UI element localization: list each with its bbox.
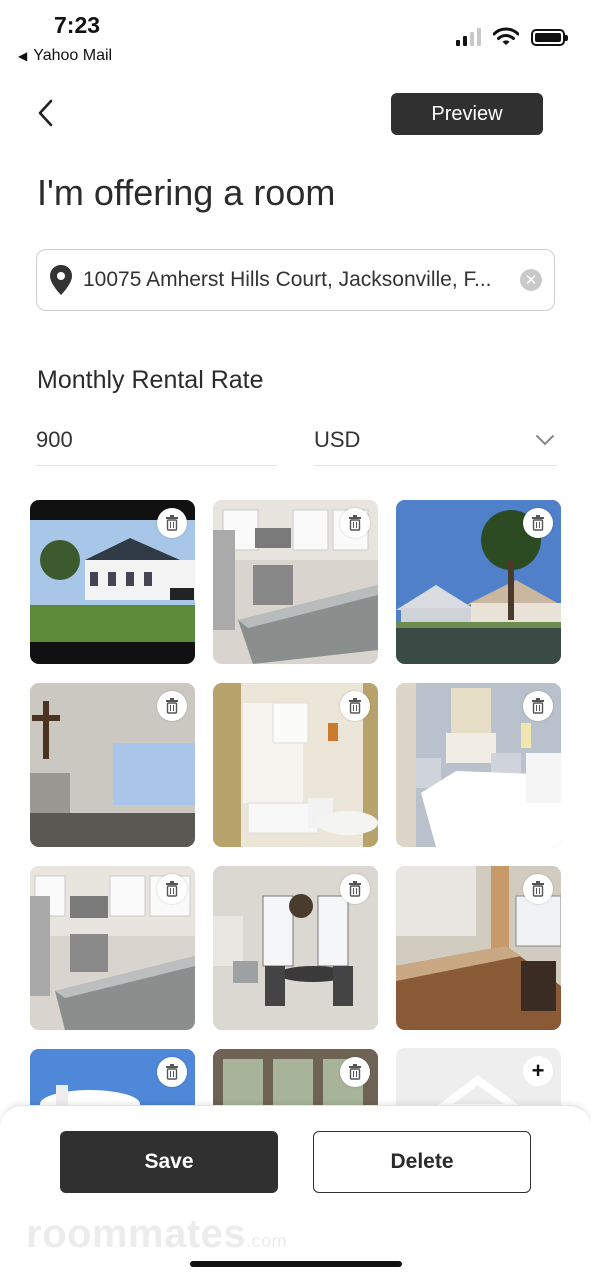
wifi-icon: [493, 27, 519, 45]
chevron-left-icon: [38, 99, 53, 127]
chevron-down-icon: [536, 435, 554, 446]
preview-button[interactable]: Preview: [391, 93, 543, 135]
status-icons: [456, 27, 568, 47]
battery-icon: [531, 28, 568, 46]
trash-icon[interactable]: [157, 691, 187, 721]
location-pin-icon: [50, 265, 72, 295]
address-field[interactable]: ✕: [36, 249, 555, 311]
status-time: 7:23: [54, 12, 101, 38]
back-button[interactable]: [30, 95, 60, 131]
back-triangle-icon: ◀: [18, 49, 28, 63]
home-indicator[interactable]: [190, 1261, 402, 1267]
plus-icon[interactable]: +: [523, 1056, 553, 1086]
trash-icon[interactable]: [523, 691, 553, 721]
address-input[interactable]: [83, 268, 512, 292]
rental-amount-input[interactable]: 900: [36, 418, 277, 466]
trash-icon[interactable]: [340, 1057, 370, 1087]
photo-tile[interactable]: [396, 683, 561, 847]
cellular-signal-icon: [456, 28, 481, 46]
photo-tile[interactable]: [396, 500, 561, 664]
trash-icon[interactable]: [157, 1057, 187, 1087]
photo-tile[interactable]: [213, 500, 378, 664]
photo-tile[interactable]: [396, 866, 561, 1030]
trash-icon[interactable]: [523, 874, 553, 904]
photo-tile[interactable]: [30, 683, 195, 847]
trash-icon[interactable]: [340, 874, 370, 904]
save-button[interactable]: Save: [60, 1131, 278, 1193]
brand-watermark: roommates.com: [26, 1212, 287, 1257]
brand-suffix: .com: [246, 1231, 288, 1251]
trash-icon[interactable]: [523, 508, 553, 538]
photo-tile[interactable]: [213, 683, 378, 847]
photo-tile[interactable]: [30, 500, 195, 664]
photo-tile[interactable]: [213, 866, 378, 1030]
rental-rate-label: Monthly Rental Rate: [37, 366, 264, 394]
brand-name: roommates: [26, 1212, 247, 1256]
trash-icon[interactable]: [340, 691, 370, 721]
trash-icon[interactable]: [157, 874, 187, 904]
currency-value: USD: [314, 427, 361, 452]
clear-icon[interactable]: ✕: [520, 269, 542, 291]
currency-select[interactable]: USD: [314, 418, 557, 466]
back-to-app-link[interactable]: ◀ Yahoo Mail: [18, 47, 112, 65]
delete-button[interactable]: Delete: [313, 1131, 531, 1193]
page-title: I'm offering a room: [37, 172, 336, 213]
back-app-label: Yahoo Mail: [33, 47, 113, 64]
photo-tile[interactable]: [30, 866, 195, 1030]
trash-icon[interactable]: [157, 508, 187, 538]
trash-icon[interactable]: [340, 508, 370, 538]
